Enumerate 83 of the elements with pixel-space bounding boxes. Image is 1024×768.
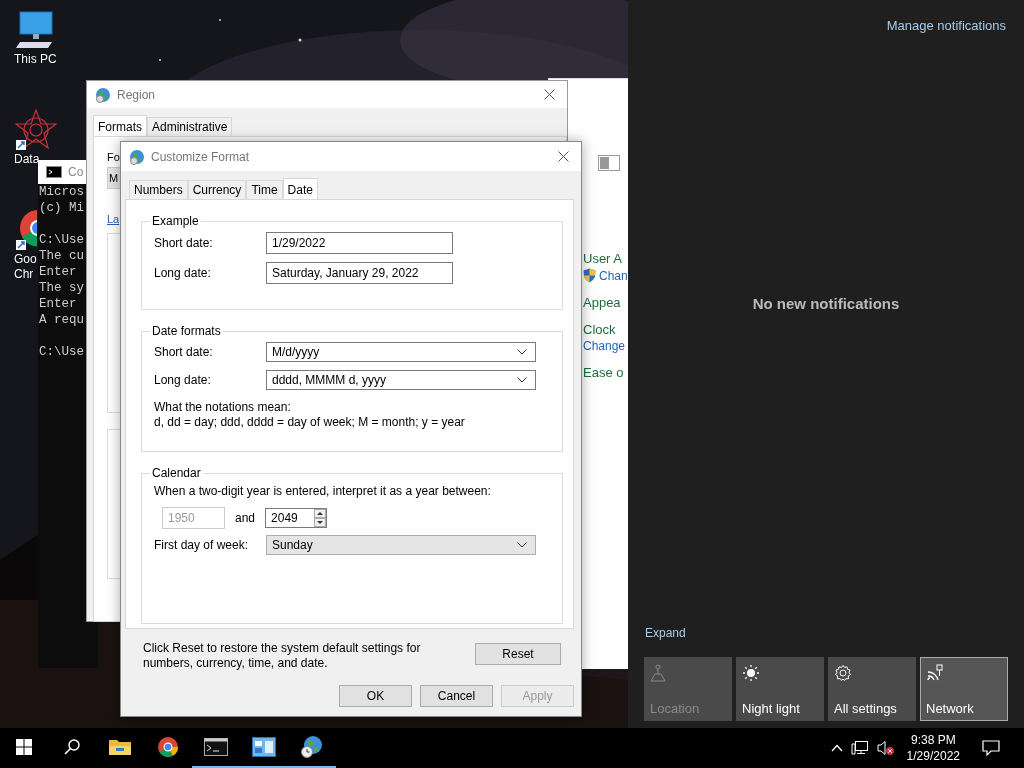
control-panel-icon xyxy=(252,737,276,757)
quick-action-tile[interactable]: Night light xyxy=(736,657,824,721)
console-line: The sy xyxy=(39,280,85,296)
link[interactable]: Change xyxy=(583,339,626,353)
dialog-button[interactable]: OK xyxy=(339,685,412,707)
search-icon xyxy=(64,739,80,755)
window-title: Customize Format xyxy=(151,149,251,164)
console-line: A requ xyxy=(39,312,85,328)
category-heading[interactable]: User A xyxy=(583,251,628,266)
tab[interactable]: Date xyxy=(282,178,318,199)
format-dropdown[interactable]: M xyxy=(107,167,120,189)
tab[interactable]: Currency xyxy=(187,180,247,199)
network-icon[interactable] xyxy=(850,740,869,756)
field-label: Fo xyxy=(107,151,120,163)
icon-label: This PC xyxy=(14,52,57,67)
calendar-prompt: When a two-digit year is entered, interpret it as a year between: xyxy=(154,484,492,499)
dialog-button[interactable]: Cancel xyxy=(420,685,493,707)
quick-action-tile[interactable]: All settings xyxy=(828,657,916,721)
close-icon[interactable] xyxy=(558,151,569,162)
notation-heading: What the notations mean: xyxy=(154,400,292,415)
console-line: C:\Use xyxy=(39,232,85,248)
year-spinner[interactable]: 2049 xyxy=(265,508,328,528)
globe-icon xyxy=(129,148,145,165)
globe-icon xyxy=(95,86,111,103)
example-field: Saturday, January 29, 2022 xyxy=(266,262,453,284)
console-line: (c) Mi xyxy=(39,200,85,216)
window-title: Region xyxy=(117,87,157,102)
icon-label: Goo xyxy=(14,252,37,267)
tab[interactable]: Numbers xyxy=(129,180,188,199)
star-pattern-icon[interactable] xyxy=(14,108,58,152)
link[interactable]: La xyxy=(107,213,120,225)
console-line: Enter xyxy=(39,264,78,280)
example-field: 1/29/2022 xyxy=(266,232,453,254)
console-icon xyxy=(46,166,62,178)
folder-icon xyxy=(109,738,131,756)
quick-action-tile[interactable]: Network xyxy=(920,657,1008,721)
clock-time[interactable]: 9:38 PM xyxy=(910,732,956,748)
notifications-icon[interactable] xyxy=(982,740,1000,756)
field-label: First day of week: xyxy=(154,538,250,552)
weekday-dropdown[interactable]: Sunday xyxy=(266,535,536,555)
link[interactable]: Chan xyxy=(599,268,628,283)
sun-icon xyxy=(742,664,760,682)
category-heading[interactable]: Appea xyxy=(583,295,628,310)
location-icon xyxy=(650,664,666,682)
field-label: Short date: xyxy=(154,345,214,359)
reset-button[interactable]: Reset xyxy=(475,643,561,665)
settings-icon xyxy=(834,664,852,682)
tab[interactable]: Time xyxy=(246,180,283,199)
console-line: Enter xyxy=(39,296,78,312)
group-title: Example xyxy=(151,214,200,228)
field-label: Long date: xyxy=(154,373,212,387)
chevron-up-icon[interactable] xyxy=(830,744,843,752)
globe-icon xyxy=(300,735,324,759)
console-line: Micros xyxy=(39,184,85,200)
icon-label: Data xyxy=(14,152,40,167)
expand-link[interactable]: Expand xyxy=(645,626,686,640)
group-title: Date formats xyxy=(151,324,222,338)
category-heading[interactable]: Ease o xyxy=(583,365,628,380)
console-line: The cu xyxy=(39,248,85,264)
window-title: Co xyxy=(68,165,84,179)
category-heading[interactable]: Clock xyxy=(583,322,628,337)
format-dropdown[interactable]: M/d/yyyy xyxy=(266,342,536,362)
empty-message: No new notifications xyxy=(752,295,900,312)
icon-label: Chr xyxy=(14,267,34,282)
tab[interactable]: Formats xyxy=(93,115,147,136)
clock-date[interactable]: 1/29/2022 xyxy=(906,748,960,764)
link[interactable]: Manage notifications xyxy=(886,18,1006,33)
network-icon xyxy=(926,664,944,682)
format-dropdown[interactable]: dddd, MMMM d, yyyy xyxy=(266,370,536,390)
windows-start-icon xyxy=(16,739,32,755)
volume-muted-icon[interactable] xyxy=(876,740,895,756)
field-label: Short date: xyxy=(154,236,214,250)
console-line: C:\Use xyxy=(39,344,85,360)
layout-icon[interactable] xyxy=(598,155,620,171)
ring-icon xyxy=(157,736,179,758)
and-label: and xyxy=(235,511,256,525)
notation-text: d, dd = day; ddd, dddd = day of week; M = month; y = year xyxy=(154,415,466,430)
field-label: Long date: xyxy=(154,266,212,280)
close-icon[interactable] xyxy=(544,89,555,100)
tab[interactable]: Administrative xyxy=(147,117,233,136)
group-title: Calendar xyxy=(151,466,202,480)
console-icon xyxy=(204,738,228,756)
reset-note: Click Reset to restore the system default settings for numbers, currency, time, and date. xyxy=(143,641,422,671)
